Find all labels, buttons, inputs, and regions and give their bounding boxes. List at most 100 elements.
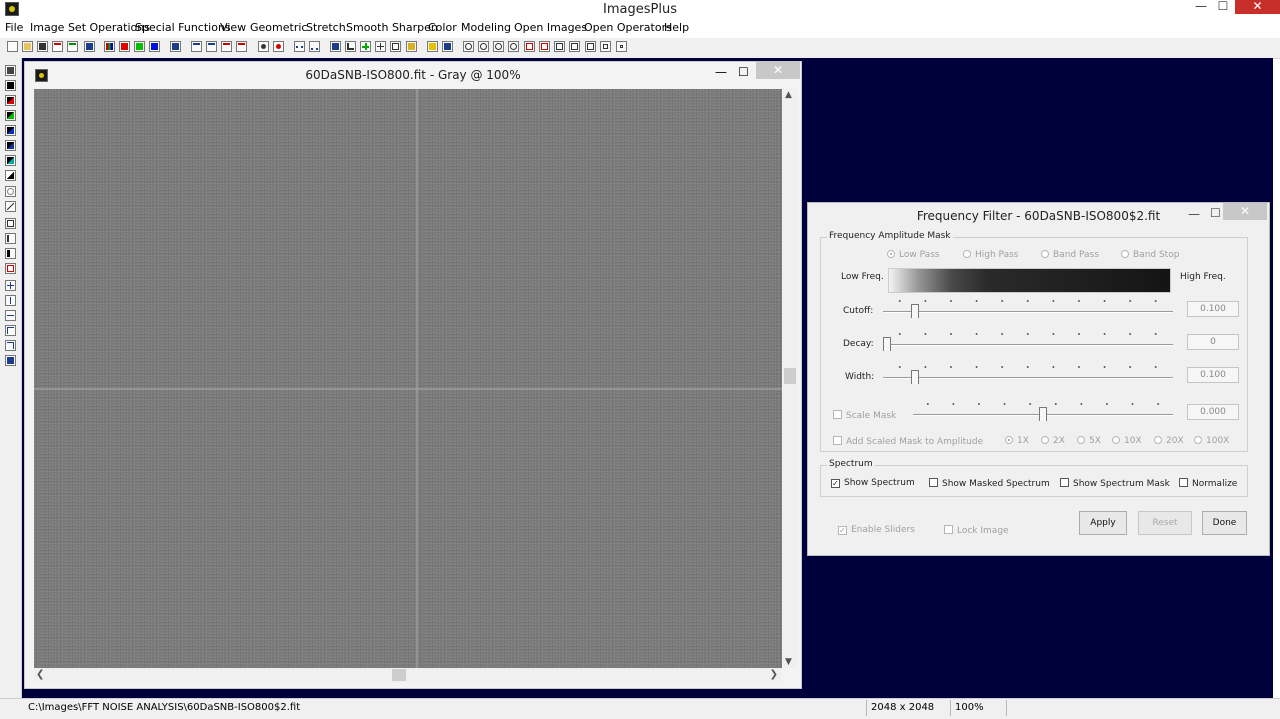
menu-view[interactable]: View	[220, 21, 246, 34]
menu-open-operators[interactable]: Open Operators	[584, 21, 672, 34]
radio-high-pass[interactable]: High Pass	[963, 250, 1018, 260]
radio-20x[interactable]: 20X	[1154, 436, 1184, 446]
window-2-icon[interactable]	[569, 41, 580, 52]
menu-modeling[interactable]: Modeling	[461, 21, 511, 34]
open-folder-icon[interactable]	[22, 41, 33, 52]
green-channel-icon[interactable]	[134, 41, 145, 52]
tool-rotate-left-icon[interactable]	[5, 325, 16, 336]
select-icon[interactable]	[442, 41, 453, 52]
menu-geometric[interactable]: Geometric	[250, 21, 307, 34]
menu-file[interactable]: File	[5, 21, 23, 34]
reset-button[interactable]: Reset	[1138, 511, 1192, 535]
save-icon[interactable]	[37, 41, 48, 52]
radio-1x[interactable]: 1X	[1005, 436, 1029, 446]
close-button[interactable]: ✕	[1235, 0, 1280, 14]
vertical-scrollbar[interactable]: ▲ ▼	[783, 89, 797, 668]
scroll-right-icon[interactable]: ❯	[770, 669, 778, 680]
menu-help[interactable]: Help	[664, 21, 689, 34]
new-file-icon[interactable]	[7, 41, 18, 52]
window-1-icon[interactable]	[554, 41, 565, 52]
menu-image-set-operations[interactable]: Image Set Operations	[30, 21, 150, 34]
menu-color[interactable]: Color	[428, 21, 457, 34]
grid-icon[interactable]	[170, 41, 181, 52]
dotted-line-icon[interactable]	[294, 41, 305, 52]
crosshair-icon[interactable]	[375, 41, 386, 52]
redo-icon[interactable]	[206, 41, 217, 52]
tool-blue-icon[interactable]	[5, 125, 16, 136]
dialog-minimize-button[interactable]: —	[1188, 207, 1200, 221]
collapse-icon[interactable]	[539, 41, 550, 52]
window-4-icon[interactable]	[600, 41, 611, 52]
window-3-icon[interactable]	[585, 41, 596, 52]
show-spectrum-checkbox[interactable]: ✓ Show Spectrum	[831, 478, 915, 488]
done-button[interactable]: Done	[1202, 511, 1247, 535]
rgb-channels-icon[interactable]	[104, 41, 115, 52]
cutoff-slider[interactable]	[883, 311, 1173, 313]
pencil-icon[interactable]	[427, 41, 438, 52]
image-minimize-button[interactable]: —	[715, 65, 727, 79]
enable-sliders-checkbox[interactable]: ✓ Enable Sliders	[838, 525, 915, 535]
close-all-icon[interactable]	[67, 41, 78, 52]
maximize-button[interactable]: ☐	[1210, 0, 1236, 14]
lock-image-checkbox[interactable]: Lock Image	[944, 525, 1009, 536]
menu-special-functions[interactable]: Special Functions	[135, 21, 231, 34]
tool-red-icon[interactable]	[5, 95, 16, 106]
image-canvas[interactable]	[34, 89, 782, 668]
radio-band-stop[interactable]: Band Stop	[1121, 250, 1179, 260]
menu-open-images[interactable]: Open Images	[514, 21, 587, 34]
red-channel-icon[interactable]	[119, 41, 130, 52]
radio-100x[interactable]: 100X	[1194, 436, 1229, 446]
tool-gray-icon[interactable]	[5, 170, 16, 181]
scale-mask-checkbox[interactable]: Scale Mask	[833, 410, 896, 421]
zoom-out-icon[interactable]	[478, 41, 489, 52]
tool-dark-blue-icon[interactable]	[5, 140, 16, 151]
close-image-icon[interactable]	[52, 41, 63, 52]
window-5-icon[interactable]	[616, 41, 627, 52]
decay-slider-thumb[interactable]	[883, 337, 891, 351]
tool-line-icon[interactable]	[5, 201, 16, 212]
tool-bar-icon[interactable]	[5, 248, 16, 259]
image-window-title-bar[interactable]: 60DaSNB-ISO800.fit - Gray @ 100% — ☐ ✕	[25, 62, 801, 88]
image-maximize-button[interactable]: ☐	[738, 65, 749, 79]
radio-10x[interactable]: 10X	[1112, 436, 1142, 446]
tool-flag-icon[interactable]	[5, 233, 16, 244]
tool-clone-icon[interactable]	[5, 355, 16, 366]
tool-move-icon[interactable]	[5, 280, 16, 291]
horizontal-scroll-thumb[interactable]	[392, 669, 406, 681]
curve-icon[interactable]	[345, 41, 356, 52]
expand-icon[interactable]	[524, 41, 535, 52]
tool-rotate-right-icon[interactable]	[5, 340, 16, 351]
undo-all-icon[interactable]	[221, 41, 232, 52]
tool-black-icon[interactable]	[5, 80, 16, 91]
vertical-scroll-thumb[interactable]	[784, 368, 796, 384]
image-close-button[interactable]: ✕	[756, 62, 800, 79]
show-masked-spectrum-checkbox[interactable]: Show Masked Spectrum	[929, 478, 1050, 489]
tool-arrow-right-icon[interactable]	[5, 310, 16, 321]
zoom-fit-icon[interactable]	[493, 41, 504, 52]
scroll-down-icon[interactable]: ▼	[785, 657, 792, 667]
zoom-actual-icon[interactable]	[508, 41, 519, 52]
width-slider-thumb[interactable]	[911, 370, 919, 384]
add-scaled-mask-checkbox[interactable]: Add Scaled Mask to Amplitude	[833, 436, 983, 447]
tool-green-icon[interactable]	[5, 110, 16, 121]
radio-low-pass[interactable]: Low Pass	[887, 250, 940, 260]
radio-2x[interactable]: 2X	[1041, 436, 1065, 446]
apply-button[interactable]: Apply	[1079, 511, 1127, 535]
show-spectrum-mask-checkbox[interactable]: Show Spectrum Mask	[1060, 478, 1170, 489]
scale-mask-slider-thumb[interactable]	[1039, 407, 1047, 421]
add-icon[interactable]	[360, 41, 371, 52]
scroll-up-icon[interactable]: ▲	[785, 90, 792, 100]
normalize-checkbox[interactable]: Normalize	[1179, 478, 1237, 489]
blue-channel-icon[interactable]	[149, 41, 160, 52]
stop-icon[interactable]	[273, 41, 284, 52]
cutoff-slider-thumb[interactable]	[911, 304, 919, 318]
triangle-icon[interactable]	[330, 41, 341, 52]
copy-icon[interactable]	[84, 41, 95, 52]
radio-5x[interactable]: 5X	[1077, 436, 1101, 446]
histogram-icon[interactable]	[309, 41, 320, 52]
dialog-maximize-button[interactable]: ☐	[1210, 206, 1221, 220]
menu-smooth-sharpen[interactable]: Smooth Sharpen	[346, 21, 438, 34]
scroll-left-icon[interactable]: ❮	[36, 669, 44, 680]
width-slider[interactable]	[883, 377, 1173, 379]
tool-arrow-up-icon[interactable]	[5, 295, 16, 306]
